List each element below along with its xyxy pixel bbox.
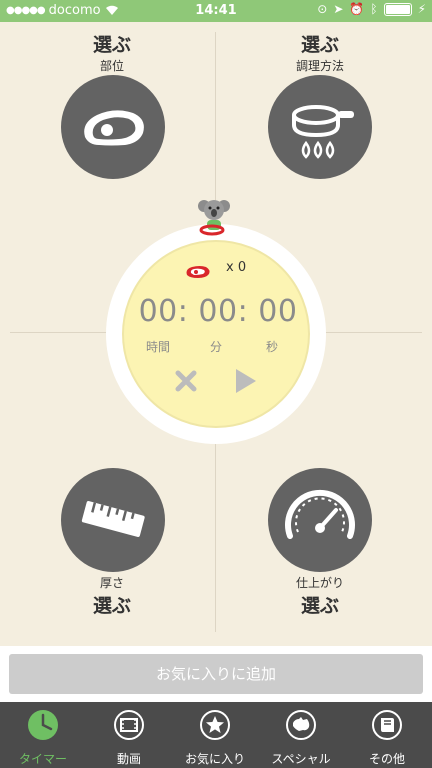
bluetooth-icon: ᛒ [370,2,378,16]
book-icon [372,710,402,740]
status-right: ⊙ ➤ ⏰ ᛒ ⚡ [317,2,426,16]
doneness-selector-label: 仕上がり 選ぶ [230,574,410,618]
cooking-method-select-text: 選ぶ [300,34,339,56]
steak-icon [84,110,144,146]
location-icon: ➤ [333,2,344,16]
tab-other-label: その他 [368,752,405,766]
alarm-icon: ⏰ [349,2,365,16]
ruler-icon [81,501,145,537]
rotation-lock-icon: ⊙ [317,2,328,16]
timer-dial: x 0 00: 00: 00 時間 分 秒 [106,200,326,444]
cancel-icon[interactable] [174,369,198,393]
cut-selector-label: 選ぶ 部位 [22,30,202,74]
status-bar: ●●●●● docomo 14:41 ⊙ ➤ ⏰ ᛒ ⚡ [0,0,432,22]
tab-other[interactable]: その他 [344,702,430,768]
cut-select-text: 選ぶ [92,34,131,56]
add-favorite-button[interactable]: お気に入りに追加 [9,654,423,694]
tab-special-label: スペシャル [271,752,331,766]
main-area: 選ぶ 部位 選ぶ 調理方法 x 0 00: 00: 00 時間 分 秒 厚さ 選… [0,22,432,646]
timer-display: 00: 00: 00 [138,294,298,329]
steak-count: x 0 [226,260,247,275]
thickness-selector-label: 厚さ 選ぶ [22,574,202,618]
hours-label: 時間 [146,340,171,354]
cooking-method-label: 調理方法 [295,59,344,73]
australia-icon [286,710,316,740]
star-icon [200,710,230,740]
play-icon[interactable] [234,368,258,394]
cut-select-button[interactable] [61,75,165,179]
tab-special[interactable]: スペシャル [258,702,344,768]
frying-pan-icon [292,105,354,159]
tab-favorites[interactable]: お気に入り [172,702,258,768]
film-icon [114,710,144,740]
tab-favorites-label: お気に入り [184,752,245,766]
steak-count-icon [186,266,210,278]
doneness-select-button[interactable] [268,468,372,572]
doneness-label: 仕上がり [295,576,344,590]
tab-video[interactable]: 動画 [86,702,172,768]
tab-timer-label: タイマー [18,752,67,766]
doneness-select-text: 選ぶ [300,595,339,617]
cut-label: 部位 [99,59,124,73]
thickness-select-button[interactable] [61,468,165,572]
minutes-label: 分 [210,340,223,354]
thickness-select-text: 選ぶ [92,595,131,617]
koala-mascot-icon [198,200,230,236]
thickness-label: 厚さ [99,576,124,590]
clock-icon [28,710,58,740]
cooking-method-selector-label: 選ぶ 調理方法 [230,30,410,74]
gauge-icon [285,489,355,539]
seconds-label: 秒 [266,340,279,354]
charging-icon: ⚡ [417,2,426,16]
timer-face: x 0 00: 00: 00 時間 分 秒 [122,240,310,428]
tab-video-label: 動画 [116,752,141,766]
tab-timer[interactable]: タイマー [0,702,86,768]
battery-icon [383,2,412,16]
favorite-area: お気に入りに追加 [0,646,432,702]
tab-bar: タイマー 動画 お気に入り スペシャル その他 [0,702,432,768]
cooking-method-select-button[interactable] [268,75,372,179]
